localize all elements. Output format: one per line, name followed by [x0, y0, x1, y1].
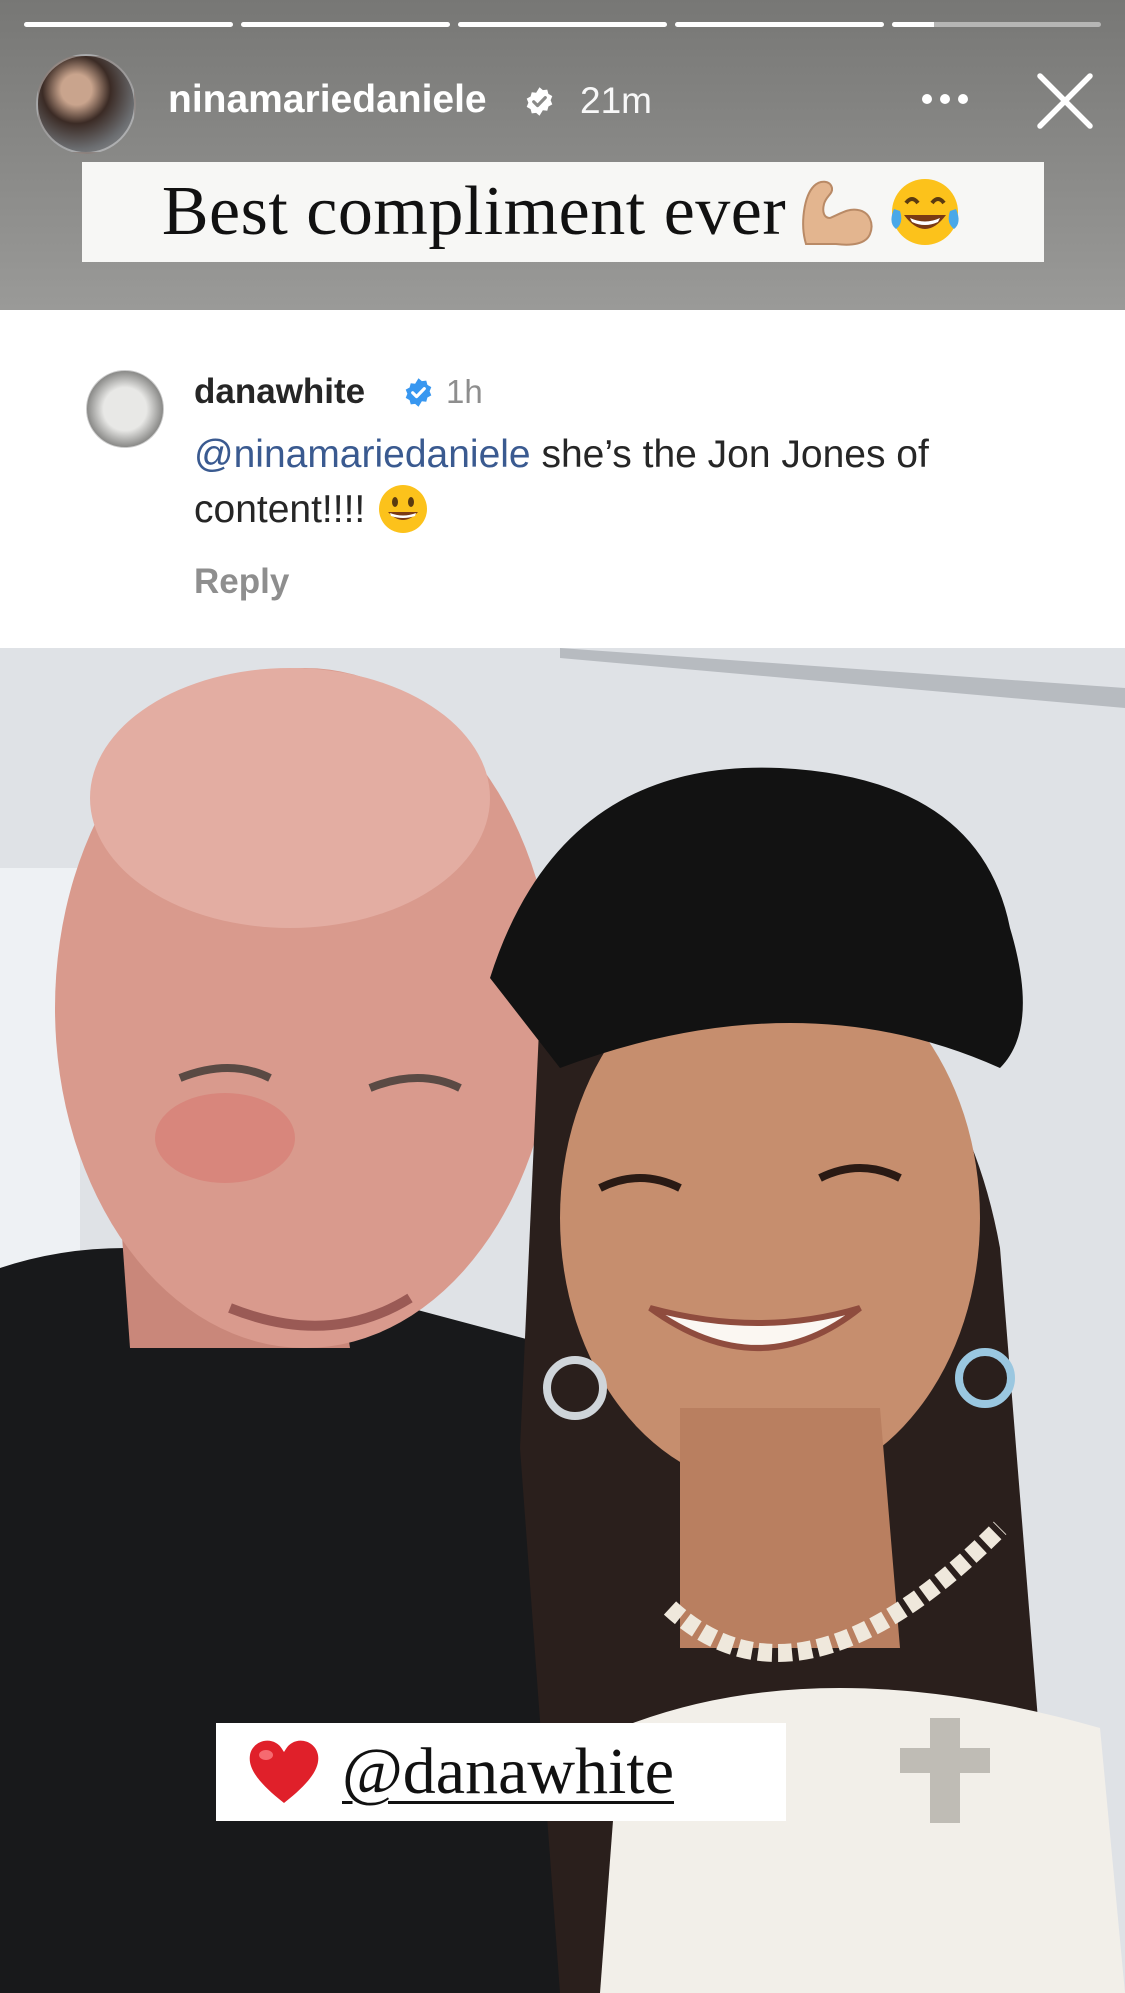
verified-badge-icon [526, 87, 553, 116]
commenter-username[interactable]: danawhite [194, 372, 365, 412]
commenter-avatar[interactable] [86, 370, 164, 448]
story-viewer: ninamariedaniele 21m Best compliment eve… [0, 0, 1125, 1993]
comment-mention-link[interactable]: @ninamariedaniele [194, 433, 531, 476]
caption-text: Best compliment ever [161, 173, 787, 250]
more-dots-icon[interactable] [920, 92, 970, 106]
progress-segment [892, 22, 1101, 27]
close-icon[interactable] [1034, 70, 1096, 132]
progress-segment [241, 22, 450, 27]
caption-sticker: Best compliment ever [82, 162, 1044, 262]
story-author-username[interactable]: ninamariedaniele [168, 78, 487, 122]
story-author-avatar[interactable] [36, 54, 136, 154]
red-heart-icon [249, 1740, 319, 1803]
story-timestamp: 21m [580, 80, 652, 121]
progress-segment [675, 22, 884, 27]
reply-button[interactable]: Reply [194, 562, 289, 602]
comment-timestamp: 1h [446, 373, 483, 410]
flexed-biceps-icon [802, 180, 873, 246]
grinning-face-icon [379, 485, 428, 533]
progress-segment [458, 22, 667, 27]
story-progress-bar [24, 22, 1101, 28]
comment-text: @ninamariedaniele she’s the Jon Jones of… [194, 428, 1094, 537]
mention-sticker-text: @danawhite [342, 1735, 674, 1808]
progress-segment [24, 22, 233, 27]
story-header-area [0, 0, 1125, 310]
verified-badge-icon [405, 378, 432, 407]
tears-of-joy-icon [891, 179, 959, 245]
mention-sticker[interactable]: @danawhite [216, 1723, 786, 1821]
